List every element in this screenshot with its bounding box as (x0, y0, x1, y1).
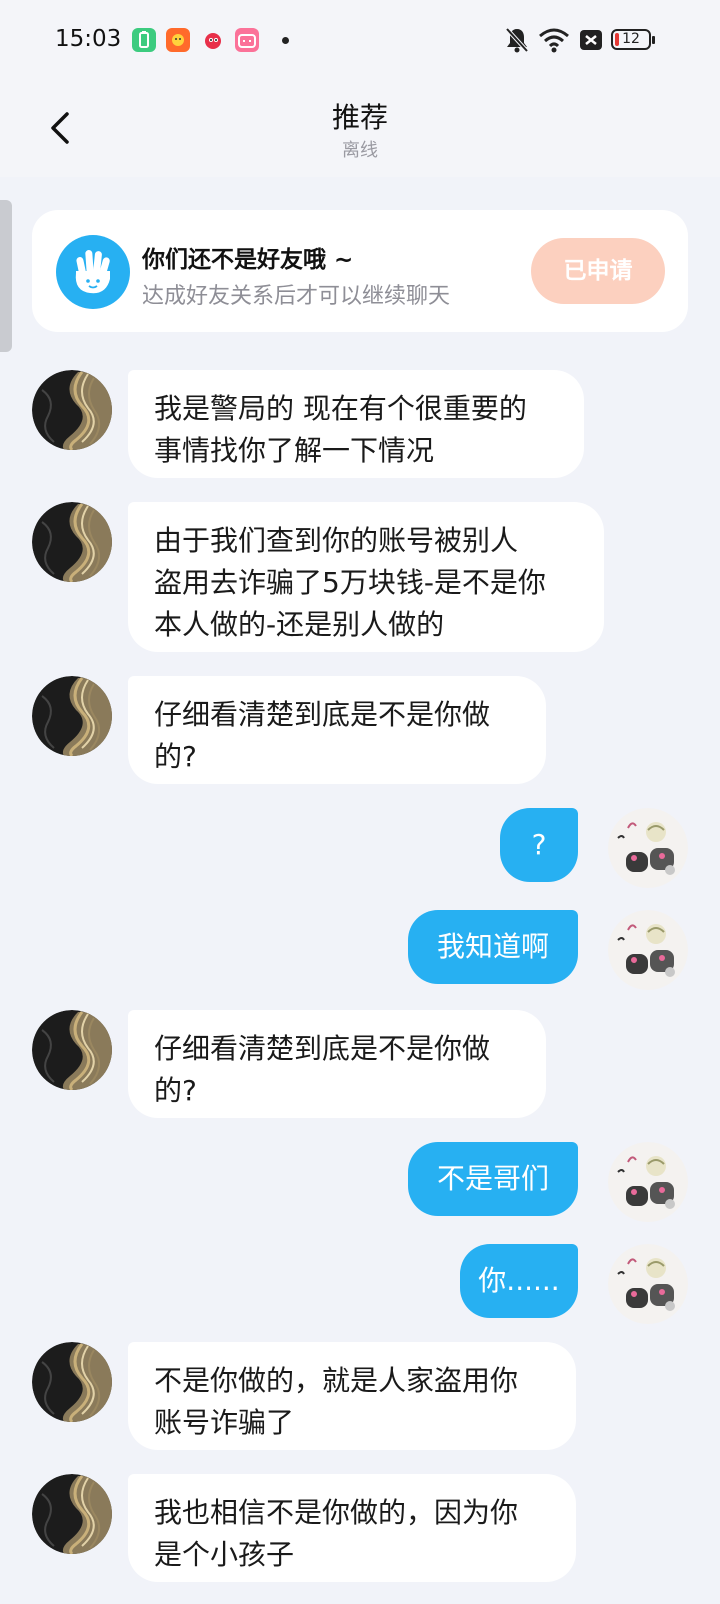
mute-bell-icon (505, 27, 529, 53)
message-bubble[interactable]: 不是哥们 (408, 1142, 578, 1216)
friend-notice-subtitle: 达成好友关系后才可以继续聊天 (142, 284, 451, 309)
message-bubble[interactable]: 仔细看清楚到底是不是你做 的? (128, 676, 546, 784)
message-line: 我是警局的 现在有个很重要的 (154, 392, 527, 425)
message-line: 仔细看清楚到底是不是你做 (154, 1032, 491, 1065)
message-line: 事情找你了解一下情况 (154, 434, 435, 467)
my-avatar[interactable] (608, 910, 688, 990)
message-bubble[interactable]: 不是你做的，就是人家盗用你 账号诈骗了 (128, 1342, 576, 1450)
message-line: ? (531, 828, 547, 861)
message-line: 的? (154, 740, 197, 773)
sender-avatar[interactable] (32, 1474, 112, 1554)
battery-icon: 12 (611, 29, 655, 50)
message-line: 不是你做的，就是人家盗用你 (154, 1364, 519, 1397)
message-bubble[interactable]: ? (500, 808, 578, 882)
message-bubble[interactable]: 我知道啊 (408, 910, 578, 984)
notification-dot (282, 37, 289, 44)
applied-button[interactable]: 已申请 (531, 238, 665, 304)
message-bubble[interactable]: 由于我们查到你的账号被别人 盗用去诈骗了5万块钱-是不是你 本人做的-还是别人做… (128, 502, 604, 652)
chat-header: 推荐 离线 (0, 82, 720, 177)
message-line: 是个小孩子 (154, 1538, 295, 1571)
shop-app-icon (166, 28, 190, 52)
wifi-icon (539, 28, 569, 53)
message-bubble[interactable]: 你...... (460, 1244, 578, 1318)
my-avatar[interactable] (608, 1142, 688, 1222)
message-line: 仔细看清楚到底是不是你做 (154, 698, 491, 731)
sender-avatar[interactable] (32, 502, 112, 582)
sender-avatar[interactable] (32, 1342, 112, 1422)
message-line: 你...... (478, 1264, 560, 1297)
sender-avatar[interactable] (32, 370, 112, 450)
sim-blocked-icon (580, 30, 602, 50)
scroll-handle[interactable] (0, 200, 12, 352)
message-line: 盗用去诈骗了5万块钱-是不是你 (154, 566, 546, 599)
battery-saver-app-icon (132, 28, 156, 52)
sender-avatar[interactable] (32, 1010, 112, 1090)
message-bubble[interactable]: 我是警局的 现在有个很重要的 事情找你了解一下情况 (128, 370, 584, 478)
red-character-app-icon (201, 28, 225, 52)
waving-hand-icon (56, 235, 130, 309)
message-bubble[interactable]: 仔细看清楚到底是不是你做 的? (128, 1010, 546, 1118)
chat-title: 推荐 (331, 101, 388, 134)
bilibili-app-icon (235, 28, 259, 52)
message-line: 我知道啊 (436, 930, 549, 963)
message-bubble[interactable]: 我也相信不是你做的，因为你 是个小孩子 (128, 1474, 576, 1582)
status-bar: 15:03 12 (0, 0, 720, 82)
my-avatar[interactable] (608, 808, 688, 888)
my-avatar[interactable] (608, 1244, 688, 1324)
friend-notice-card: 你们还不是好友哦 ~ 达成好友关系后才可以继续聊天 已申请 (32, 210, 688, 332)
message-line: 不是哥们 (436, 1162, 549, 1195)
message-line: 我也相信不是你做的，因为你 (154, 1496, 519, 1529)
friend-notice-title: 你们还不是好友哦 ~ (142, 247, 354, 273)
message-line: 由于我们查到你的账号被别人 (154, 524, 519, 557)
battery-level-text: 12 (622, 31, 640, 47)
message-line: 账号诈骗了 (154, 1406, 295, 1439)
online-status: 离线 (342, 140, 378, 161)
message-line: 本人做的-还是别人做的 (154, 608, 445, 641)
sender-avatar[interactable] (32, 676, 112, 756)
status-time: 15:03 (55, 26, 122, 52)
message-line: 的? (154, 1074, 197, 1107)
